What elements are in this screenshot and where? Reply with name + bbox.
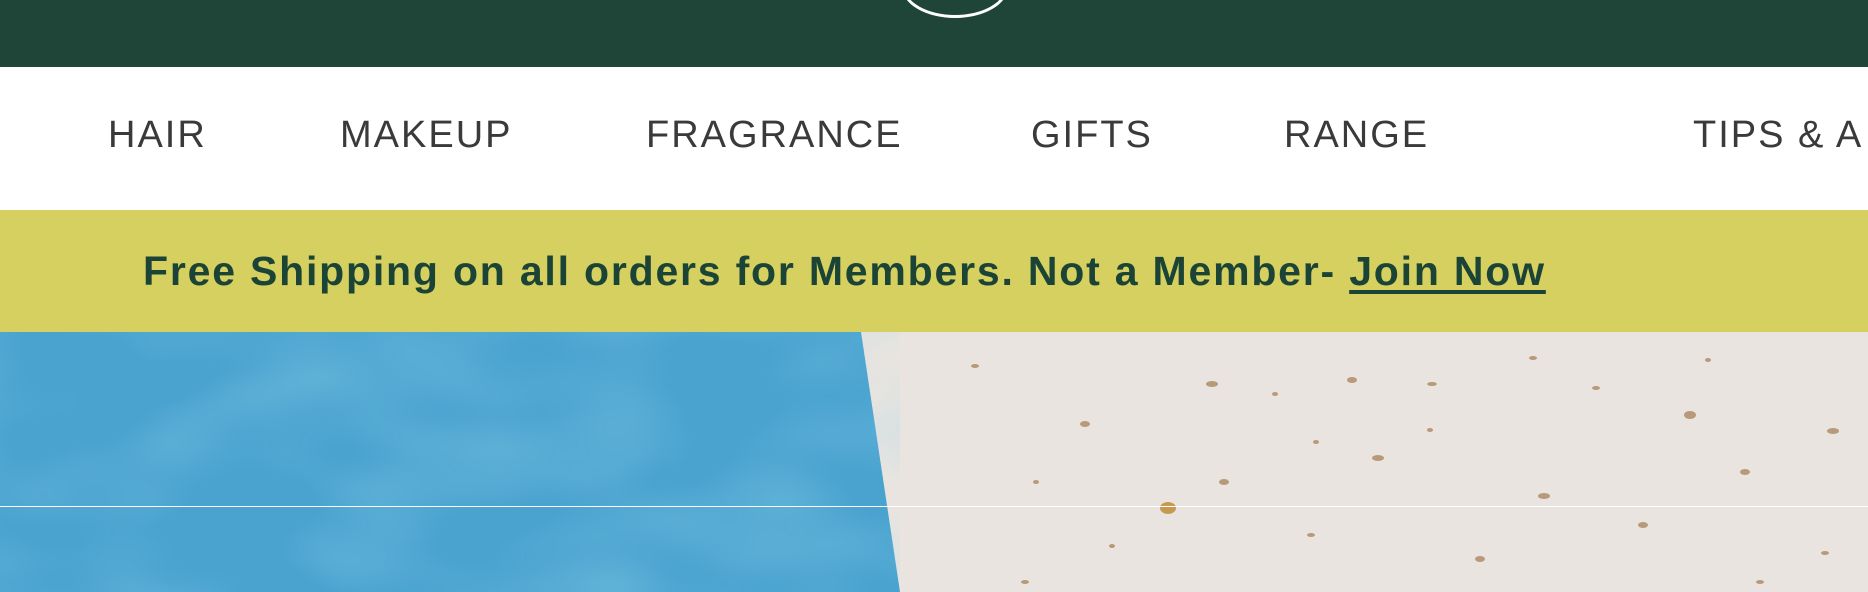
- top-header-bar: [0, 0, 1868, 67]
- nav-item-gifts[interactable]: GIFTS: [1031, 67, 1153, 210]
- nav-item-fragrance[interactable]: FRAGRANCE: [646, 67, 903, 210]
- nav-item-tips-and-advice[interactable]: TIPS & A: [1693, 67, 1863, 210]
- promo-message: Free Shipping on all orders for Members.…: [143, 210, 1546, 332]
- main-navigation: HAIR MAKEUP FRAGRANCE GIFTS RANGE TIPS &…: [0, 67, 1868, 210]
- water-ripples: [0, 332, 900, 592]
- hero-photo: [0, 332, 1868, 592]
- nav-item-makeup[interactable]: MAKEUP: [340, 67, 512, 210]
- brand-logo[interactable]: [902, 0, 1008, 18]
- promo-text: Free Shipping on all orders for Members.…: [143, 248, 1350, 294]
- hero-image: [0, 332, 1868, 592]
- join-now-link[interactable]: Join Now: [1349, 248, 1546, 294]
- promo-banner: Free Shipping on all orders for Members.…: [0, 210, 1868, 332]
- nav-item-range[interactable]: RANGE: [1284, 67, 1429, 210]
- hero-divider-line: [0, 506, 1868, 507]
- nav-item-hair[interactable]: HAIR: [108, 67, 207, 210]
